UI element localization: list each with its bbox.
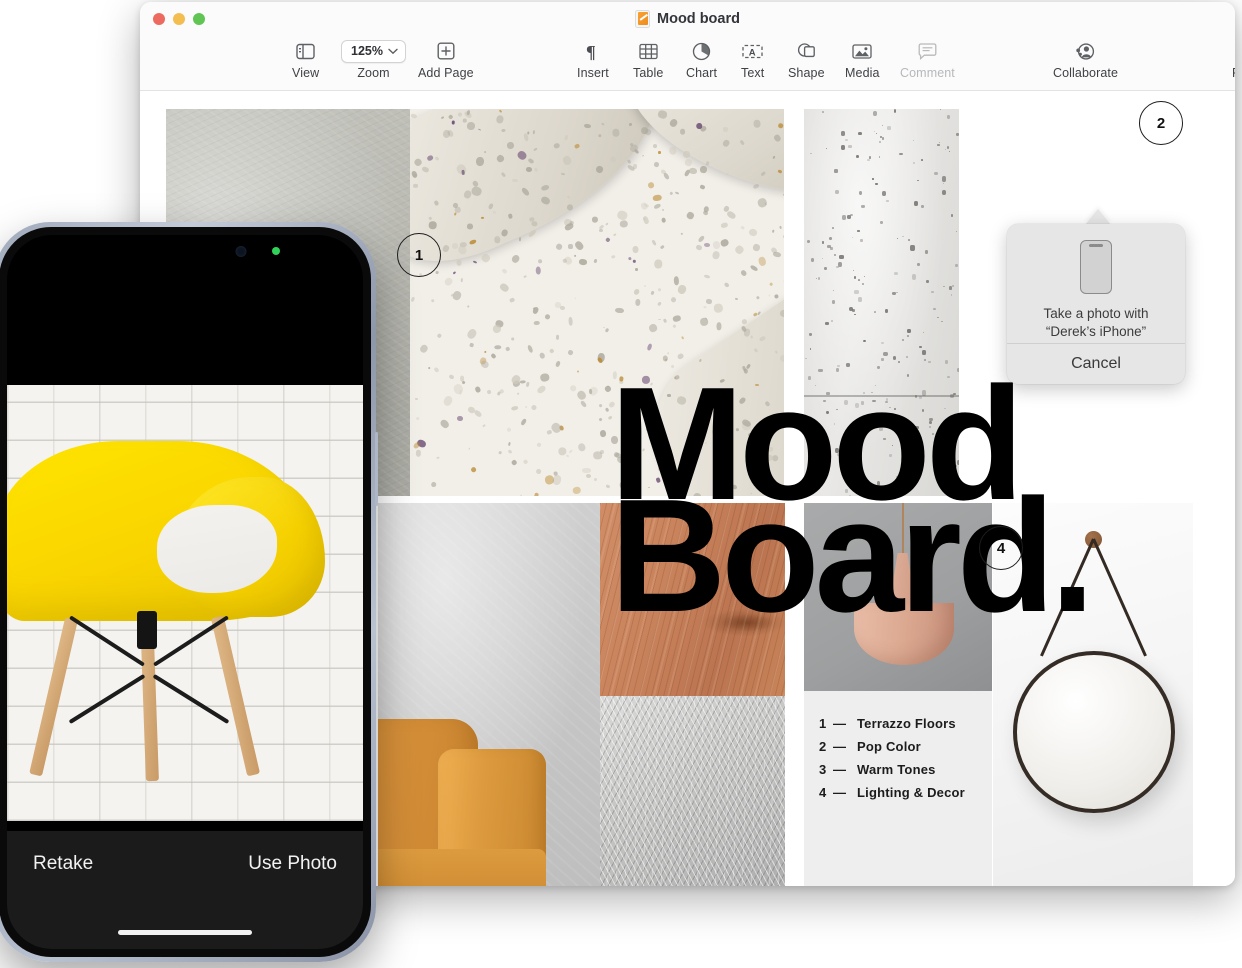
popover-cancel-button[interactable]: Cancel — [1007, 344, 1185, 384]
iphone-device: Retake Use Photo — [0, 222, 378, 962]
popover-message-line2: “Derek’s iPhone” — [1045, 323, 1147, 339]
toolbar-collaborate-label: Collaborate — [1053, 66, 1119, 80]
collaborate-person-icon — [1075, 39, 1096, 63]
toolbar-comment-button[interactable]: Comment — [900, 39, 955, 80]
popover-body: Take a photo with “Derek’s iPhone” — [1007, 224, 1185, 343]
table-grid-icon — [639, 39, 658, 63]
pie-chart-icon — [692, 39, 711, 63]
screenshot-root: Mood board View 125% Zoom Add Page ¶ Ins… — [0, 0, 1242, 968]
pages-document-icon — [635, 9, 651, 28]
toolbar-zoom-control[interactable]: 125% Zoom — [341, 39, 406, 80]
zoom-pill-wrap: 125% — [341, 39, 406, 63]
continuity-camera-popover: Take a photo with “Derek’s iPhone” Cance… — [1007, 224, 1185, 384]
home-indicator[interactable] — [118, 930, 252, 935]
iphone-screen[interactable]: Retake Use Photo — [7, 235, 363, 949]
toolbar-add-page-label: Add Page — [418, 66, 474, 80]
use-photo-button[interactable]: Use Photo — [248, 853, 337, 875]
zoom-select[interactable]: 125% — [341, 39, 406, 63]
caption-text: Pop Color — [857, 739, 921, 754]
toolbar-chart-button[interactable]: Chart — [686, 39, 717, 80]
caption-text: Lighting & Decor — [857, 785, 965, 800]
camera-preview-controls: Retake Use Photo — [7, 831, 363, 949]
chevron-down-icon — [388, 48, 398, 54]
toolbar-add-page-button[interactable]: Add Page — [418, 39, 474, 80]
toolbar-chart-label: Chart — [686, 66, 718, 80]
zoom-value-label: 125% — [351, 44, 383, 58]
callout-badge-2[interactable]: 2 — [1139, 101, 1183, 145]
caption-row: 1 — Terrazzo Floors — [819, 716, 992, 731]
captured-photo-preview — [7, 385, 363, 821]
caption-dash: — — [833, 716, 847, 731]
caption-number: 3 — [819, 762, 827, 777]
caption-text: Terrazzo Floors — [857, 716, 956, 731]
popover-message-line1: Take a photo with — [1043, 306, 1149, 321]
minimize-button[interactable] — [173, 13, 185, 25]
app-toolbar: View 125% Zoom Add Page ¶ Insert Table C… — [140, 35, 1235, 91]
iphone-device-icon — [1080, 240, 1112, 294]
front-camera-icon — [235, 246, 247, 257]
toolbar-format-label: Format — [1232, 66, 1235, 80]
comment-bubble-icon — [918, 39, 937, 63]
toolbar-view-button[interactable]: View — [292, 39, 319, 80]
pilcrow-icon: ¶ — [585, 39, 601, 63]
mustard-sofa-photo[interactable] — [378, 691, 600, 886]
toolbar-insert-button[interactable]: ¶ Insert — [577, 39, 609, 81]
toolbar-shape-button[interactable]: Shape — [788, 39, 825, 80]
toolbar-media-label: Media — [845, 66, 880, 80]
iphone-bezel: Retake Use Photo — [0, 227, 371, 957]
add-page-icon — [437, 39, 455, 63]
window-title-bar: Mood board — [140, 2, 1235, 35]
caption-text: Warm Tones — [857, 762, 936, 777]
iphone-notch — [97, 235, 273, 267]
caption-number: 2 — [819, 739, 827, 754]
sidebar-icon — [296, 39, 315, 63]
toolbar-shape-label: Shape — [788, 66, 825, 80]
popover-message: Take a photo with “Derek’s iPhone” — [1043, 305, 1148, 341]
svg-text:¶: ¶ — [586, 42, 596, 61]
side-power-button[interactable] — [375, 432, 378, 506]
toolbar-format-button[interactable]: Format — [1232, 39, 1235, 80]
camera-active-indicator — [272, 247, 280, 255]
toolbar-collaborate-button[interactable]: Collaborate — [1053, 39, 1118, 80]
caption-legend-panel: 1 — Terrazzo Floors 2 — Pop Color 3 — Wa… — [804, 691, 992, 886]
caption-row: 4 — Lighting & Decor — [819, 785, 992, 800]
toolbar-view-label: View — [292, 66, 320, 80]
caption-dash: — — [833, 785, 847, 800]
caption-number: 4 — [819, 785, 827, 800]
window-title-text: Mood board — [657, 10, 740, 27]
caption-dash: — — [833, 762, 847, 777]
toolbar-zoom-label: Zoom — [357, 66, 390, 80]
text-box-icon: A — [742, 39, 763, 63]
toolbar-text-label: Text — [741, 66, 765, 80]
toolbar-media-button[interactable]: Media — [845, 39, 880, 80]
popover-arrow — [1085, 209, 1111, 225]
caption-row: 2 — Pop Color — [819, 739, 992, 754]
image-icon — [852, 39, 872, 63]
shapes-icon — [797, 39, 816, 63]
toolbar-comment-label: Comment — [900, 66, 955, 80]
callout-badge-1[interactable]: 1 — [397, 233, 441, 277]
toolbar-table-button[interactable]: Table — [633, 39, 663, 80]
window-traffic-lights[interactable] — [153, 13, 205, 25]
svg-text:A: A — [749, 47, 756, 58]
caption-dash: — — [833, 739, 847, 754]
close-button[interactable] — [153, 13, 165, 25]
toolbar-table-label: Table — [633, 66, 664, 80]
retake-button[interactable]: Retake — [33, 853, 93, 875]
callout-badge-4[interactable]: 4 — [979, 526, 1023, 570]
caption-number: 1 — [819, 716, 827, 731]
shag-rug-photo[interactable] — [600, 696, 785, 886]
caption-row: 3 — Warm Tones — [819, 762, 992, 777]
chair-strut-hub — [137, 611, 157, 649]
document-title-group: Mood board — [635, 9, 740, 28]
toolbar-text-button[interactable]: A Text — [741, 39, 764, 80]
toolbar-insert-label: Insert — [577, 66, 609, 80]
maximize-button[interactable] — [193, 13, 205, 25]
